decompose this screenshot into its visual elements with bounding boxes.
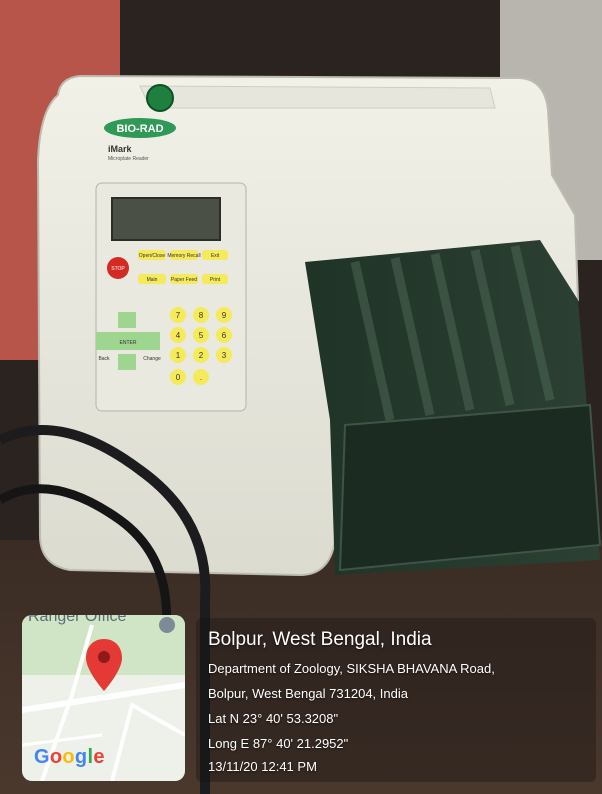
map-road-minor-3 bbox=[22, 733, 103, 747]
geotag-panel: Bolpur, West Bengal, India Department of… bbox=[196, 618, 596, 782]
key-0-label: 0 bbox=[176, 373, 181, 382]
key-7-label: 7 bbox=[176, 311, 181, 320]
key-dot-label: . bbox=[200, 373, 202, 382]
enter-label: ENTER bbox=[120, 340, 137, 346]
key-8-label: 8 bbox=[199, 311, 204, 320]
map-thumbnail[interactable]: Ranger Office Google bbox=[22, 615, 185, 781]
location-pin-icon bbox=[86, 639, 122, 691]
key-4-label: 4 bbox=[176, 331, 181, 340]
address-line-2: Bolpur, West Bengal 731204, India bbox=[208, 686, 408, 701]
key-3-label: 3 bbox=[222, 351, 227, 360]
back-key bbox=[96, 332, 116, 350]
stop-key-label: STOP bbox=[111, 266, 125, 272]
memory-recall-label: Memory Recall bbox=[167, 253, 200, 259]
lcd-display bbox=[111, 197, 221, 241]
up-arrow-key bbox=[118, 312, 136, 328]
key-6-label: 6 bbox=[222, 331, 227, 340]
map-place-label: Ranger Office bbox=[28, 615, 127, 625]
open-close-label: Open/Close bbox=[139, 253, 166, 259]
power-button bbox=[146, 84, 174, 112]
key-2-label: 2 bbox=[199, 351, 204, 360]
model-subtitle: Microplate Reader bbox=[108, 156, 149, 162]
down-arrow-key bbox=[118, 354, 136, 370]
map-road-minor-2 bbox=[110, 701, 185, 781]
print-label: Print bbox=[210, 277, 221, 283]
map-place-icon bbox=[159, 617, 175, 633]
paper-feed-label: Paper Feed bbox=[171, 277, 197, 283]
change-key bbox=[140, 332, 160, 350]
plate-holder bbox=[338, 403, 602, 572]
latitude-text: Lat N 23° 40' 53.3208" bbox=[208, 711, 339, 726]
timestamp-text: 13/11/20 12:41 PM bbox=[208, 759, 317, 774]
key-9-label: 9 bbox=[222, 311, 227, 320]
key-1-label: 1 bbox=[176, 351, 181, 360]
google-logo: Google bbox=[34, 746, 105, 768]
main-label: Main bbox=[147, 277, 158, 283]
exit-label: Exit bbox=[211, 253, 220, 259]
location-title: Bolpur, West Bengal, India bbox=[208, 629, 432, 650]
longitude-text: Long E 87° 40' 21.2952" bbox=[208, 736, 349, 751]
change-label: Change bbox=[143, 356, 161, 362]
model-name: iMark bbox=[108, 144, 133, 154]
device-lid-groove bbox=[139, 85, 496, 109]
photo-stage: BIO-RAD iMark Microplate Reader STOP Ope… bbox=[0, 0, 602, 794]
address-line-1: Department of Zoology, SIKSHA BHAVANA Ro… bbox=[208, 661, 495, 676]
back-label: Back bbox=[98, 356, 110, 362]
brand-logo: BIO-RAD bbox=[116, 123, 163, 135]
key-5-label: 5 bbox=[199, 331, 204, 340]
